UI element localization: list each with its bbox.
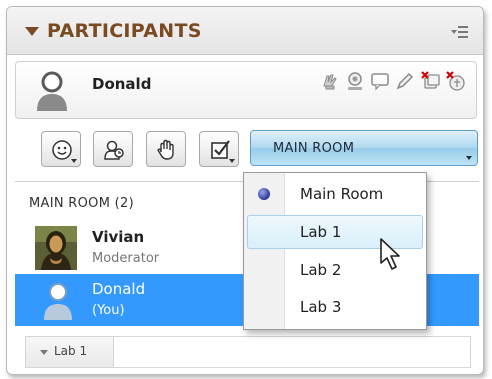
participant-name: Donald xyxy=(92,280,146,298)
lab-section-label: Lab 1 xyxy=(54,344,88,358)
collapse-arrow-icon xyxy=(40,350,48,355)
room-option-main-room[interactable]: Main Room xyxy=(244,177,426,213)
room-select-value: MAIN ROOM xyxy=(273,141,355,156)
chat-status-icon[interactable] xyxy=(369,70,391,92)
raise-hand-icon xyxy=(157,139,174,160)
participant-avatar xyxy=(35,226,77,270)
agree-status-icon[interactable] xyxy=(344,70,366,92)
raise-hand-button[interactable] xyxy=(146,131,186,167)
panel-header[interactable]: PARTICIPANTS xyxy=(7,7,483,55)
participant-role: Moderator xyxy=(92,251,160,266)
room-option-lab-3[interactable]: Lab 3 xyxy=(244,290,426,326)
panel-title: PARTICIPANTS xyxy=(47,20,202,42)
participant-role: (You) xyxy=(92,303,125,318)
edit-status-icon[interactable] xyxy=(394,70,416,92)
mouse-pointer-icon xyxy=(380,238,400,270)
no-video-status-icon[interactable] xyxy=(419,70,441,92)
lab-section-header[interactable]: Lab 1 xyxy=(25,336,471,368)
no-audio-status-icon[interactable] xyxy=(444,70,466,92)
group-header-main-room: MAIN ROOM (2) xyxy=(29,196,134,211)
emoticon-button[interactable] xyxy=(41,131,81,167)
room-select[interactable]: MAIN ROOM xyxy=(250,130,478,166)
selected-radio-icon xyxy=(258,188,270,200)
collapse-arrow-icon[interactable] xyxy=(25,27,39,36)
my-name: Donald xyxy=(92,75,152,93)
participants-toolbar: MAIN ROOM xyxy=(15,127,479,173)
permissions-icon xyxy=(104,140,124,160)
permissions-button[interactable] xyxy=(93,131,133,167)
poll-button[interactable] xyxy=(199,131,239,167)
panel-menu-icon[interactable] xyxy=(451,25,469,39)
participant-name: Vivian xyxy=(92,228,145,246)
user-avatar-icon xyxy=(37,71,67,111)
my-participant-card: Donald xyxy=(15,61,477,119)
user-avatar-icon xyxy=(44,283,72,320)
raise-hand-status-icon[interactable] xyxy=(319,70,341,92)
chevron-down-icon xyxy=(466,156,472,160)
